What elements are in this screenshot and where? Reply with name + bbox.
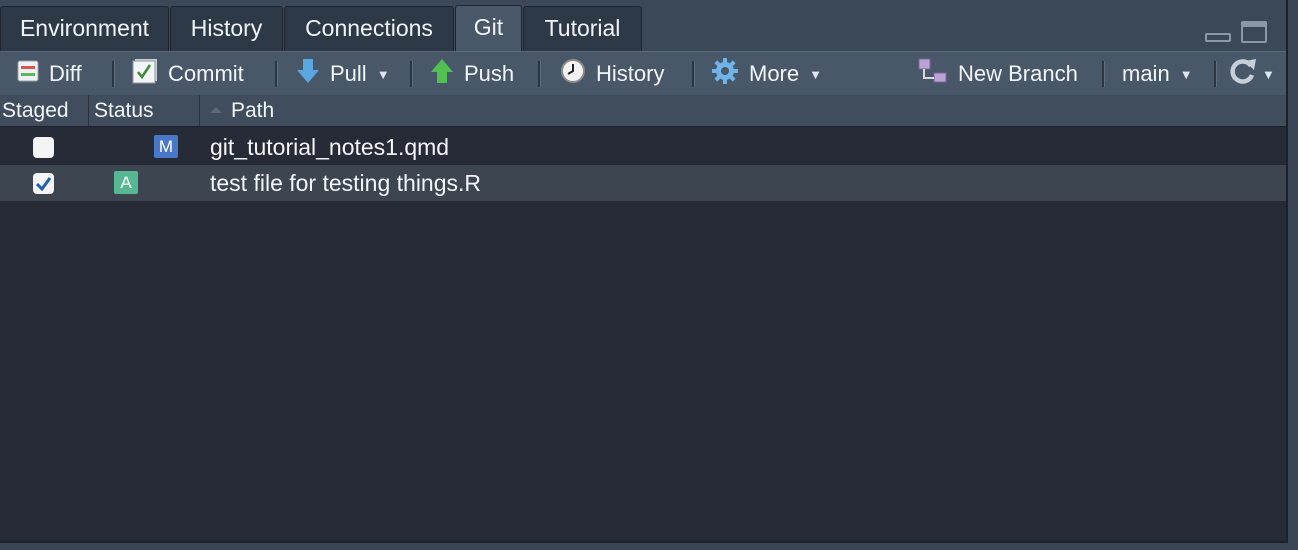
more-dropdown-icon: ▼ bbox=[809, 66, 822, 82]
staged-checkbox[interactable] bbox=[33, 173, 54, 194]
toolbar-separator bbox=[1214, 61, 1217, 87]
git-toolbar: Diff Commit Pull ▼ Push History More ▼ N… bbox=[0, 51, 1286, 95]
modified-status-badge: M bbox=[154, 135, 178, 158]
diff-button[interactable]: Diff bbox=[17, 52, 82, 96]
file-list-header: Staged Status Path bbox=[0, 95, 1286, 127]
toolbar-separator bbox=[1102, 61, 1105, 87]
pull-arrow-icon bbox=[296, 58, 320, 90]
tab-strip: Environment History Connections Git Tuto… bbox=[0, 0, 1286, 51]
column-staged[interactable]: Staged bbox=[0, 95, 89, 126]
clock-icon bbox=[560, 58, 586, 90]
toolbar-separator bbox=[692, 61, 695, 87]
history-button[interactable]: History bbox=[560, 52, 664, 96]
maximize-pane-icon[interactable] bbox=[1241, 21, 1267, 43]
pull-button[interactable]: Pull ▼ bbox=[296, 52, 390, 96]
branch-selector[interactable]: main ▼ bbox=[1122, 52, 1193, 96]
diff-icon bbox=[17, 60, 39, 88]
file-row[interactable]: A test file for testing things.R bbox=[0, 165, 1286, 201]
file-path: test file for testing things.R bbox=[210, 170, 482, 196]
new-branch-button[interactable]: New Branch bbox=[918, 52, 1078, 96]
toolbar-separator bbox=[112, 61, 115, 87]
refresh-button[interactable]: ▼ bbox=[1228, 52, 1275, 96]
added-status-badge: A bbox=[114, 171, 138, 194]
more-button[interactable]: More ▼ bbox=[711, 52, 822, 96]
gear-icon bbox=[711, 57, 739, 91]
push-label: Push bbox=[464, 61, 515, 86]
file-path: git_tutorial_notes1.qmd bbox=[210, 134, 450, 160]
sort-ascending-icon bbox=[210, 107, 222, 113]
history-label: History bbox=[596, 61, 665, 86]
column-status[interactable]: Status bbox=[90, 95, 200, 126]
tab-history[interactable]: History bbox=[170, 6, 283, 51]
commit-label: Commit bbox=[168, 61, 244, 86]
toolbar-separator bbox=[410, 61, 413, 87]
column-path-label: Path bbox=[231, 99, 275, 122]
staged-checkbox[interactable] bbox=[33, 137, 54, 158]
pull-label: Pull bbox=[330, 61, 367, 86]
minimize-pane-icon[interactable] bbox=[1205, 33, 1231, 42]
branch-icon bbox=[918, 58, 948, 90]
commit-button[interactable]: Commit bbox=[132, 52, 244, 96]
file-row[interactable]: M git_tutorial_notes1.qmd bbox=[0, 129, 1286, 165]
push-arrow-icon bbox=[430, 58, 454, 90]
more-label: More bbox=[749, 61, 800, 86]
tab-tutorial[interactable]: Tutorial bbox=[523, 6, 642, 51]
tab-git[interactable]: Git bbox=[455, 5, 522, 51]
pull-dropdown-icon[interactable]: ▼ bbox=[377, 67, 390, 82]
tab-environment[interactable]: Environment bbox=[0, 6, 169, 51]
branch-dropdown-icon: ▼ bbox=[1179, 66, 1193, 82]
branch-name: main bbox=[1122, 61, 1170, 86]
refresh-dropdown-icon[interactable]: ▼ bbox=[1262, 67, 1275, 82]
new-branch-label: New Branch bbox=[958, 61, 1078, 86]
refresh-icon bbox=[1228, 56, 1258, 92]
toolbar-separator bbox=[538, 61, 541, 87]
tab-connections[interactable]: Connections bbox=[284, 6, 454, 51]
git-pane: Environment History Connections Git Tuto… bbox=[0, 0, 1288, 543]
checkmark-icon bbox=[35, 177, 52, 192]
push-button[interactable]: Push bbox=[430, 52, 514, 96]
diff-label: Diff bbox=[49, 61, 82, 86]
toolbar-separator bbox=[275, 61, 278, 87]
commit-icon bbox=[132, 58, 158, 90]
column-path[interactable]: Path bbox=[201, 95, 1286, 126]
